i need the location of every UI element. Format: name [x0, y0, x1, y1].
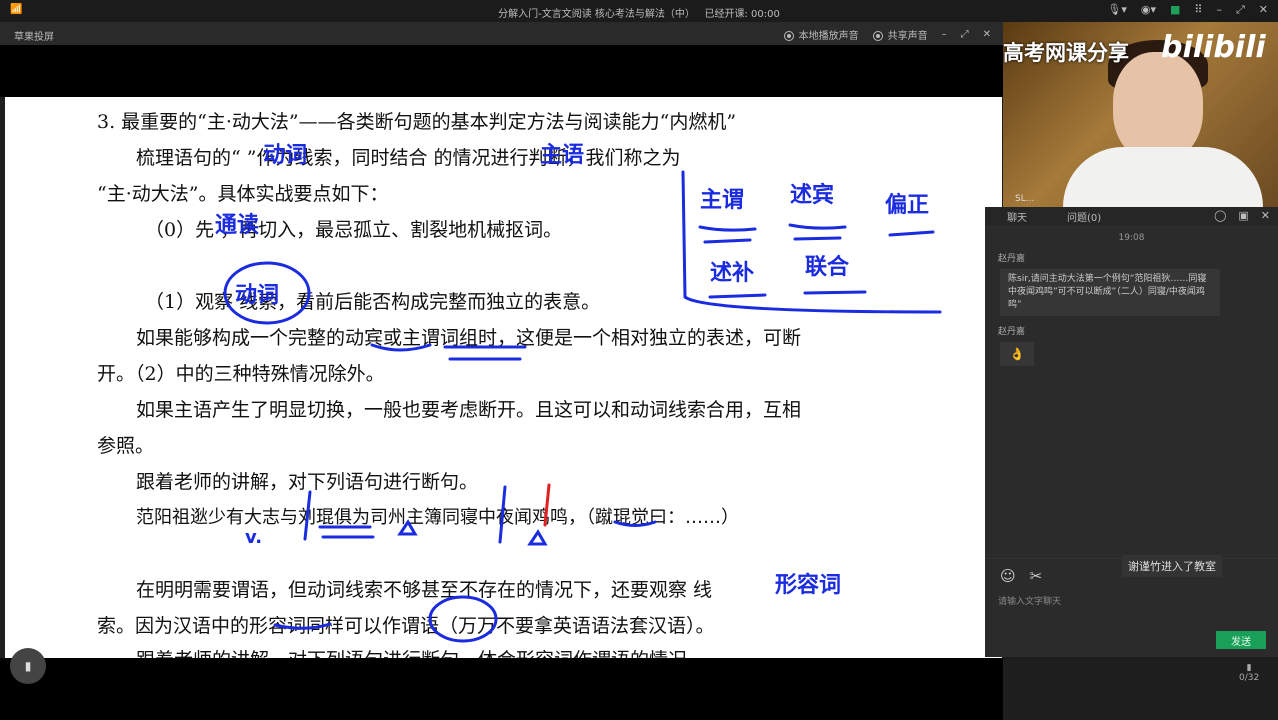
message-text: 陈sir,请问主动大法第一个例句“范阳祖狄……同寝中夜闻鸡鸣”可不可以断成”（二…	[1000, 269, 1220, 316]
elapsed-time: 已经开课: 00:00	[704, 9, 780, 20]
record-icon[interactable]: ■	[1170, 3, 1180, 17]
camera-toggle-button[interactable]: ▮	[10, 648, 46, 684]
popout-icon[interactable]: ▣	[1238, 209, 1248, 222]
share-minimize-button[interactable]: –	[942, 29, 947, 40]
annotation-ink	[223, 170, 942, 643]
screen-share-bar: 草果投屏 本地播放声音 共享声音 – ⤢ ✕	[0, 22, 1003, 45]
scissors-icon[interactable]: ✂	[1030, 567, 1043, 585]
chat-time: 19:08	[1118, 233, 1145, 243]
video-letterbox	[0, 45, 1003, 97]
title-bar: 📶 分解入门-文言文阅读 核心考法与解法（中） 已经开课: 00:00 🎙▾ ◉…	[0, 0, 1278, 22]
tab-chat[interactable]: 聊天	[1007, 209, 1027, 224]
tab-questions[interactable]: 问题(0)	[1067, 209, 1101, 224]
document-page: 3. 最重要的“主·动大法”——各类断句题的基本判定方法与阅读能力“内燃机” 梳…	[5, 97, 1002, 658]
brand-text: 高考网课分享	[1003, 41, 1129, 65]
share-sound-toggle[interactable]: 共享声音	[872, 27, 928, 42]
mic-icon[interactable]: 🎙▾	[1107, 3, 1127, 17]
page-counter: ▮ 0/32	[1239, 663, 1260, 683]
emoji-icon[interactable]: ☺	[1000, 567, 1016, 585]
share-app-name: 草果投屏	[14, 32, 54, 43]
message-user: 赵丹嘉	[998, 327, 1026, 337]
comment-icon[interactable]: ◯	[1214, 209, 1226, 222]
page-icon: ▮	[1246, 663, 1252, 673]
webcam-view: 高考网课分享 bilibili SL...	[1003, 22, 1278, 208]
share-close-button[interactable]: ✕	[983, 29, 991, 40]
message-user: 赵丹嘉	[998, 254, 1026, 264]
window-title: 分解入门-文言文阅读 核心考法与解法（中）	[498, 9, 695, 20]
share-maximize-button[interactable]: ⤢	[961, 29, 969, 40]
cam-label: SL...	[1015, 194, 1035, 204]
close-button[interactable]: ✕	[1259, 3, 1268, 17]
send-button[interactable]: 发送	[1216, 631, 1266, 649]
chat-close-icon[interactable]: ✕	[1261, 209, 1270, 222]
maximize-button[interactable]: ⤢	[1236, 3, 1245, 17]
chat-input[interactable]: 请输入文字聊天	[998, 594, 1061, 607]
video-letterbox-bottom	[0, 658, 1003, 720]
grid-icon[interactable]: ⠿	[1194, 3, 1202, 17]
message-emoji: 👌	[1000, 342, 1034, 366]
bilibili-logo: bilibili	[1161, 30, 1266, 65]
join-notice: 谢谨竹进入了教室	[1122, 555, 1222, 577]
minimize-button[interactable]: –	[1216, 3, 1222, 17]
camera-icon[interactable]: ◉▾	[1141, 3, 1156, 17]
local-sound-toggle[interactable]: 本地播放声音	[783, 27, 859, 42]
